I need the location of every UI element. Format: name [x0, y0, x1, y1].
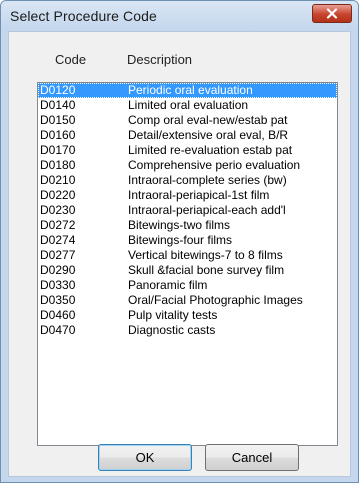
procedure-code: D0277	[40, 248, 76, 262]
close-icon	[326, 8, 338, 19]
procedure-code: D0150	[40, 113, 76, 127]
procedure-code: D0330	[40, 278, 76, 292]
procedure-description: Intraoral-periapical-each add'l	[128, 203, 286, 217]
list-item[interactable]: D0150 Comp oral eval-new/estab pat	[38, 113, 337, 128]
procedure-code: D0220	[40, 188, 76, 202]
procedure-description: Skull &facial bone survey film	[128, 263, 285, 277]
procedure-code: D0210	[40, 173, 76, 187]
procedure-code: D0460	[40, 308, 76, 322]
list-item[interactable]: D0272 Bitewings-two films	[38, 218, 337, 233]
procedure-code: D0470	[40, 323, 76, 337]
procedure-code: D0272	[40, 218, 76, 232]
procedure-description: Oral/Facial Photographic Images	[128, 293, 303, 307]
procedure-code: D0350	[40, 293, 76, 307]
ok-button[interactable]: OK	[98, 444, 192, 471]
list-item[interactable]: D0470 Diagnostic casts	[38, 323, 337, 338]
procedure-description: Panoramic film	[128, 278, 208, 292]
list-item[interactable]: D0120 Periodic oral evaluation	[38, 83, 337, 98]
procedure-code: D0274	[40, 233, 76, 247]
dialog-body: Code Description D0120 Periodic oral eval…	[8, 31, 351, 477]
procedure-code: D0180	[40, 158, 76, 172]
column-header-description: Description	[127, 52, 193, 67]
list-item[interactable]: D0160 Detail/extensive oral eval, B/R	[38, 128, 337, 143]
list-item[interactable]: D0274 Bitewings-four films	[38, 233, 337, 248]
procedure-description: Detail/extensive oral eval, B/R	[128, 128, 289, 142]
procedure-description: Diagnostic casts	[128, 323, 216, 337]
procedure-code: D0290	[40, 263, 76, 277]
procedure-description: Limited re-evaluation estab pat	[128, 143, 293, 157]
list-item[interactable]: D0290 Skull &facial bone survey film	[38, 263, 337, 278]
procedure-code: D0140	[40, 98, 76, 112]
list-item[interactable]: D0180 Comprehensive perio evaluation	[38, 158, 337, 173]
procedure-description: Periodic oral evaluation	[128, 83, 253, 97]
list-item[interactable]: D0230 Intraoral-periapical-each add'l	[38, 203, 337, 218]
procedure-description: Limited oral evaluation	[128, 98, 249, 112]
procedure-description: Comprehensive perio evaluation	[128, 158, 301, 172]
procedure-description: Pulp vitality tests	[128, 308, 218, 322]
list-item[interactable]: D0220 Intraoral-periapical-1st film	[38, 188, 337, 203]
procedure-code: D0230	[40, 203, 76, 217]
procedure-description: Vertical bitewings-7 to 8 films	[128, 248, 283, 262]
procedure-code: D0120	[40, 83, 76, 97]
list-item[interactable]: D0350 Oral/Facial Photographic Images	[38, 293, 337, 308]
list-item[interactable]: D0140 Limited oral evaluation	[38, 98, 337, 113]
list-item[interactable]: D0210 Intraoral-complete series (bw)	[38, 173, 337, 188]
list-item[interactable]: D0330 Panoramic film	[38, 278, 337, 293]
list-item[interactable]: D0460 Pulp vitality tests	[38, 308, 337, 323]
cancel-button[interactable]: Cancel	[205, 444, 299, 471]
procedure-description: Comp oral eval-new/estab pat	[128, 113, 288, 127]
window-title: Select Procedure Code	[10, 8, 157, 24]
title-bar[interactable]: Select Procedure Code	[1, 1, 358, 31]
procedure-description: Intraoral-periapical-1st film	[128, 188, 270, 202]
procedure-description: Intraoral-complete series (bw)	[128, 173, 287, 187]
list-item[interactable]: D0170 Limited re-evaluation estab pat	[38, 143, 337, 158]
procedure-code: D0170	[40, 143, 76, 157]
close-button[interactable]	[312, 4, 352, 23]
list-item[interactable]: D0277 Vertical bitewings-7 to 8 films	[38, 248, 337, 263]
procedure-description: Bitewings-two films	[128, 218, 231, 232]
column-header-code: Code	[55, 52, 87, 67]
procedure-description: Bitewings-four films	[128, 233, 233, 247]
select-procedure-code-dialog: Select Procedure Code Code Description D…	[0, 0, 359, 483]
procedure-code: D0160	[40, 128, 76, 142]
procedure-code-list[interactable]: D0120 Periodic oral evaluation D0140 Limite…	[37, 82, 338, 446]
